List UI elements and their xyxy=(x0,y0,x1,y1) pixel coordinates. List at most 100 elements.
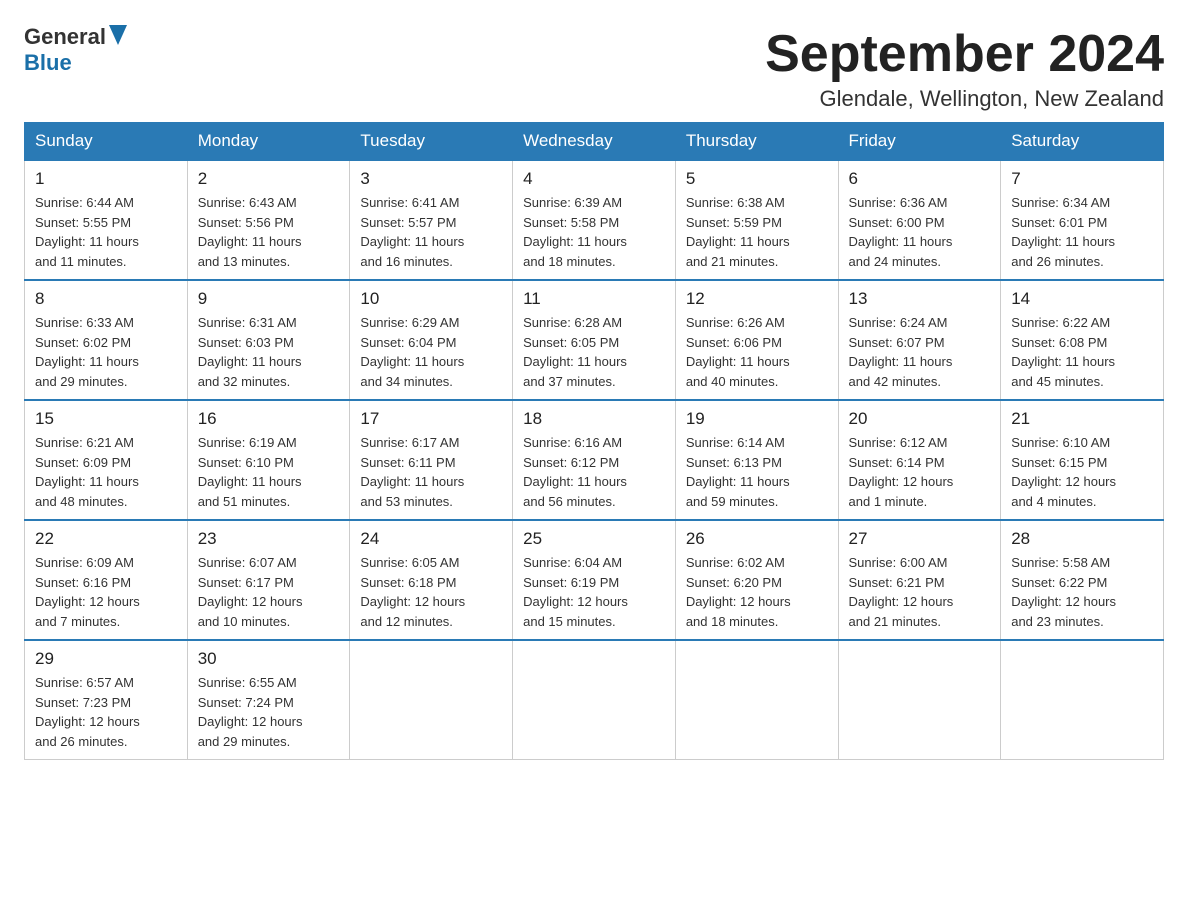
day-number: 13 xyxy=(849,289,991,309)
calendar-cell: 3 Sunrise: 6:41 AMSunset: 5:57 PMDayligh… xyxy=(350,160,513,280)
day-info: Sunrise: 6:38 AMSunset: 5:59 PMDaylight:… xyxy=(686,193,828,271)
calendar-cell: 20 Sunrise: 6:12 AMSunset: 6:14 PMDaylig… xyxy=(838,400,1001,520)
calendar-cell: 29 Sunrise: 6:57 AMSunset: 7:23 PMDaylig… xyxy=(25,640,188,760)
header-saturday: Saturday xyxy=(1001,123,1164,161)
calendar-cell xyxy=(513,640,676,760)
calendar-week-row: 8 Sunrise: 6:33 AMSunset: 6:02 PMDayligh… xyxy=(25,280,1164,400)
day-info: Sunrise: 6:04 AMSunset: 6:19 PMDaylight:… xyxy=(523,553,665,631)
day-info: Sunrise: 6:57 AMSunset: 7:23 PMDaylight:… xyxy=(35,673,177,751)
calendar-cell: 2 Sunrise: 6:43 AMSunset: 5:56 PMDayligh… xyxy=(187,160,350,280)
day-number: 24 xyxy=(360,529,502,549)
day-number: 14 xyxy=(1011,289,1153,309)
day-number: 2 xyxy=(198,169,340,189)
day-info: Sunrise: 6:05 AMSunset: 6:18 PMDaylight:… xyxy=(360,553,502,631)
logo-arrow-icon xyxy=(109,25,127,50)
day-number: 4 xyxy=(523,169,665,189)
day-info: Sunrise: 6:14 AMSunset: 6:13 PMDaylight:… xyxy=(686,433,828,511)
day-info: Sunrise: 6:36 AMSunset: 6:00 PMDaylight:… xyxy=(849,193,991,271)
day-number: 11 xyxy=(523,289,665,309)
calendar-cell: 18 Sunrise: 6:16 AMSunset: 6:12 PMDaylig… xyxy=(513,400,676,520)
calendar-cell: 19 Sunrise: 6:14 AMSunset: 6:13 PMDaylig… xyxy=(675,400,838,520)
calendar-cell: 24 Sunrise: 6:05 AMSunset: 6:18 PMDaylig… xyxy=(350,520,513,640)
day-info: Sunrise: 6:39 AMSunset: 5:58 PMDaylight:… xyxy=(523,193,665,271)
calendar-cell: 16 Sunrise: 6:19 AMSunset: 6:10 PMDaylig… xyxy=(187,400,350,520)
day-number: 22 xyxy=(35,529,177,549)
calendar-cell: 13 Sunrise: 6:24 AMSunset: 6:07 PMDaylig… xyxy=(838,280,1001,400)
calendar-cell: 22 Sunrise: 6:09 AMSunset: 6:16 PMDaylig… xyxy=(25,520,188,640)
day-number: 20 xyxy=(849,409,991,429)
calendar-cell: 8 Sunrise: 6:33 AMSunset: 6:02 PMDayligh… xyxy=(25,280,188,400)
calendar-cell: 5 Sunrise: 6:38 AMSunset: 5:59 PMDayligh… xyxy=(675,160,838,280)
day-info: Sunrise: 6:44 AMSunset: 5:55 PMDaylight:… xyxy=(35,193,177,271)
calendar-cell xyxy=(838,640,1001,760)
calendar-cell: 28 Sunrise: 5:58 AMSunset: 6:22 PMDaylig… xyxy=(1001,520,1164,640)
logo-blue: Blue xyxy=(24,50,72,75)
day-info: Sunrise: 6:28 AMSunset: 6:05 PMDaylight:… xyxy=(523,313,665,391)
day-info: Sunrise: 6:07 AMSunset: 6:17 PMDaylight:… xyxy=(198,553,340,631)
day-info: Sunrise: 6:24 AMSunset: 6:07 PMDaylight:… xyxy=(849,313,991,391)
day-info: Sunrise: 6:17 AMSunset: 6:11 PMDaylight:… xyxy=(360,433,502,511)
calendar-cell: 9 Sunrise: 6:31 AMSunset: 6:03 PMDayligh… xyxy=(187,280,350,400)
day-number: 29 xyxy=(35,649,177,669)
calendar-cell: 17 Sunrise: 6:17 AMSunset: 6:11 PMDaylig… xyxy=(350,400,513,520)
day-info: Sunrise: 5:58 AMSunset: 6:22 PMDaylight:… xyxy=(1011,553,1153,631)
calendar-week-row: 1 Sunrise: 6:44 AMSunset: 5:55 PMDayligh… xyxy=(25,160,1164,280)
day-number: 5 xyxy=(686,169,828,189)
day-number: 28 xyxy=(1011,529,1153,549)
calendar-cell: 26 Sunrise: 6:02 AMSunset: 6:20 PMDaylig… xyxy=(675,520,838,640)
header-monday: Monday xyxy=(187,123,350,161)
calendar-cell: 6 Sunrise: 6:36 AMSunset: 6:00 PMDayligh… xyxy=(838,160,1001,280)
day-number: 30 xyxy=(198,649,340,669)
day-number: 8 xyxy=(35,289,177,309)
header-tuesday: Tuesday xyxy=(350,123,513,161)
day-info: Sunrise: 6:16 AMSunset: 6:12 PMDaylight:… xyxy=(523,433,665,511)
calendar-week-row: 15 Sunrise: 6:21 AMSunset: 6:09 PMDaylig… xyxy=(25,400,1164,520)
calendar-cell: 21 Sunrise: 6:10 AMSunset: 6:15 PMDaylig… xyxy=(1001,400,1164,520)
header-wednesday: Wednesday xyxy=(513,123,676,161)
calendar-cell: 27 Sunrise: 6:00 AMSunset: 6:21 PMDaylig… xyxy=(838,520,1001,640)
calendar-cell: 30 Sunrise: 6:55 AMSunset: 7:24 PMDaylig… xyxy=(187,640,350,760)
day-number: 23 xyxy=(198,529,340,549)
title-block: September 2024 Glendale, Wellington, New… xyxy=(765,24,1164,112)
day-number: 3 xyxy=(360,169,502,189)
logo-general: General xyxy=(24,24,106,50)
day-info: Sunrise: 6:19 AMSunset: 6:10 PMDaylight:… xyxy=(198,433,340,511)
calendar-cell: 12 Sunrise: 6:26 AMSunset: 6:06 PMDaylig… xyxy=(675,280,838,400)
calendar-header-row: Sunday Monday Tuesday Wednesday Thursday… xyxy=(25,123,1164,161)
day-info: Sunrise: 6:22 AMSunset: 6:08 PMDaylight:… xyxy=(1011,313,1153,391)
calendar-table: Sunday Monday Tuesday Wednesday Thursday… xyxy=(24,122,1164,760)
day-info: Sunrise: 6:21 AMSunset: 6:09 PMDaylight:… xyxy=(35,433,177,511)
calendar-cell: 7 Sunrise: 6:34 AMSunset: 6:01 PMDayligh… xyxy=(1001,160,1164,280)
day-info: Sunrise: 6:34 AMSunset: 6:01 PMDaylight:… xyxy=(1011,193,1153,271)
calendar-subtitle: Glendale, Wellington, New Zealand xyxy=(765,86,1164,112)
day-number: 17 xyxy=(360,409,502,429)
calendar-week-row: 29 Sunrise: 6:57 AMSunset: 7:23 PMDaylig… xyxy=(25,640,1164,760)
calendar-cell: 10 Sunrise: 6:29 AMSunset: 6:04 PMDaylig… xyxy=(350,280,513,400)
calendar-cell: 4 Sunrise: 6:39 AMSunset: 5:58 PMDayligh… xyxy=(513,160,676,280)
day-number: 16 xyxy=(198,409,340,429)
day-info: Sunrise: 6:55 AMSunset: 7:24 PMDaylight:… xyxy=(198,673,340,751)
calendar-cell: 15 Sunrise: 6:21 AMSunset: 6:09 PMDaylig… xyxy=(25,400,188,520)
calendar-cell: 25 Sunrise: 6:04 AMSunset: 6:19 PMDaylig… xyxy=(513,520,676,640)
day-number: 10 xyxy=(360,289,502,309)
day-info: Sunrise: 6:02 AMSunset: 6:20 PMDaylight:… xyxy=(686,553,828,631)
day-number: 18 xyxy=(523,409,665,429)
header-sunday: Sunday xyxy=(25,123,188,161)
calendar-title: September 2024 xyxy=(765,24,1164,84)
calendar-cell: 11 Sunrise: 6:28 AMSunset: 6:05 PMDaylig… xyxy=(513,280,676,400)
day-info: Sunrise: 6:09 AMSunset: 6:16 PMDaylight:… xyxy=(35,553,177,631)
day-number: 6 xyxy=(849,169,991,189)
page-header: General Blue September 2024 Glendale, We… xyxy=(24,24,1164,112)
day-info: Sunrise: 6:31 AMSunset: 6:03 PMDaylight:… xyxy=(198,313,340,391)
day-number: 25 xyxy=(523,529,665,549)
day-number: 7 xyxy=(1011,169,1153,189)
calendar-cell: 14 Sunrise: 6:22 AMSunset: 6:08 PMDaylig… xyxy=(1001,280,1164,400)
logo: General Blue xyxy=(24,24,127,76)
day-number: 26 xyxy=(686,529,828,549)
day-info: Sunrise: 6:41 AMSunset: 5:57 PMDaylight:… xyxy=(360,193,502,271)
header-thursday: Thursday xyxy=(675,123,838,161)
calendar-cell xyxy=(675,640,838,760)
day-info: Sunrise: 6:10 AMSunset: 6:15 PMDaylight:… xyxy=(1011,433,1153,511)
calendar-cell xyxy=(350,640,513,760)
day-info: Sunrise: 6:43 AMSunset: 5:56 PMDaylight:… xyxy=(198,193,340,271)
